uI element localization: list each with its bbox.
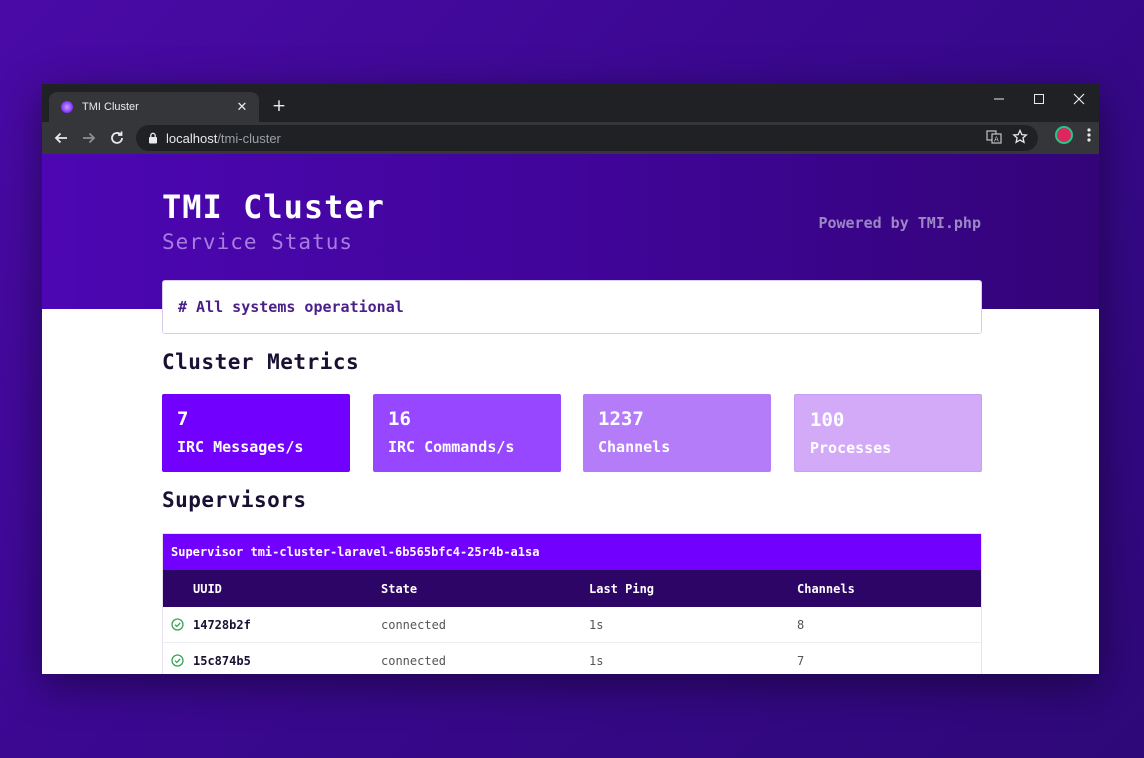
row-last-ping: 1s bbox=[589, 617, 604, 632]
lock-icon bbox=[149, 132, 157, 144]
column-header-state: State bbox=[381, 581, 418, 596]
forward-button[interactable] bbox=[75, 124, 103, 152]
back-button[interactable] bbox=[47, 124, 75, 152]
close-tab-icon[interactable]: ✕ bbox=[235, 100, 249, 115]
close-window-button[interactable] bbox=[1059, 88, 1099, 112]
metric-card-commands: 16 IRC Commands/s bbox=[373, 394, 561, 472]
metric-value: 100 bbox=[810, 409, 845, 431]
translate-icon[interactable]: A bbox=[986, 129, 1002, 145]
column-header-uuid: UUID bbox=[193, 581, 222, 596]
metric-label: IRC Commands/s bbox=[388, 438, 515, 456]
address-bar[interactable]: localhost/tmi-cluster A bbox=[136, 125, 1038, 151]
column-header-last-ping: Last Ping bbox=[589, 581, 655, 596]
metric-value: 16 bbox=[388, 408, 411, 430]
row-state: connected bbox=[381, 617, 447, 632]
check-circle-icon bbox=[171, 607, 184, 642]
row-uuid: 14728b2f bbox=[193, 617, 251, 632]
svg-text:A: A bbox=[994, 136, 999, 144]
row-channels: 8 bbox=[797, 617, 805, 632]
row-last-ping: 1s bbox=[589, 653, 604, 668]
arrow-right-icon bbox=[83, 132, 96, 144]
bookmark-star-icon[interactable] bbox=[1012, 129, 1028, 145]
reload-icon bbox=[111, 131, 123, 144]
supervisor-card: Supervisor tmi-cluster-laravel-6b565bfc4… bbox=[162, 533, 982, 674]
metric-label: IRC Messages/s bbox=[177, 438, 304, 456]
reload-button[interactable] bbox=[103, 124, 131, 152]
status-message: # All systems operational bbox=[178, 298, 404, 316]
new-tab-button[interactable]: + bbox=[269, 96, 289, 116]
menu-dots-icon[interactable] bbox=[1087, 128, 1091, 142]
status-banner: # All systems operational bbox=[162, 280, 982, 334]
metric-card-messages: 7 IRC Messages/s bbox=[162, 394, 350, 472]
table-row: 15c874b5 connected 1s 7 bbox=[163, 643, 981, 674]
tab-strip: TMI Cluster ✕ + bbox=[42, 84, 1099, 122]
minimize-button[interactable] bbox=[979, 88, 1019, 112]
table-row: 14728b2f connected 1s 8 bbox=[163, 607, 981, 643]
powered-by-link[interactable]: Powered by TMI.php bbox=[818, 214, 981, 232]
supervisors-heading: Supervisors bbox=[162, 488, 307, 512]
maximize-icon bbox=[1034, 94, 1044, 104]
page-title: TMI Cluster bbox=[162, 188, 385, 226]
close-icon bbox=[1073, 93, 1085, 105]
column-header-channels: Channels bbox=[797, 581, 855, 596]
metric-label: Processes bbox=[810, 439, 892, 457]
metrics-heading: Cluster Metrics bbox=[162, 350, 360, 374]
page-subtitle: Service Status bbox=[162, 230, 354, 254]
favicon-icon bbox=[61, 101, 73, 113]
tab-title: TMI Cluster bbox=[82, 101, 139, 113]
minimize-icon bbox=[994, 98, 1004, 100]
supervisor-title: Supervisor tmi-cluster-laravel-6b565bfc4… bbox=[163, 534, 981, 570]
metric-value: 1237 bbox=[598, 408, 644, 430]
row-uuid: 15c874b5 bbox=[193, 653, 251, 668]
row-state: connected bbox=[381, 653, 447, 668]
browser-tab[interactable]: TMI Cluster ✕ bbox=[49, 92, 259, 122]
profile-avatar[interactable] bbox=[1055, 126, 1073, 144]
metric-label: Channels bbox=[598, 438, 671, 456]
metric-card-processes: 100 Processes bbox=[794, 394, 982, 472]
check-circle-icon bbox=[171, 643, 184, 674]
metric-card-channels: 1237 Channels bbox=[583, 394, 771, 472]
page-content: TMI Cluster Service Status Powered by TM… bbox=[42, 154, 1099, 674]
arrow-left-icon bbox=[54, 132, 67, 144]
browser-window: TMI Cluster ✕ + localhost/tmi-cluster A bbox=[42, 84, 1099, 674]
maximize-button[interactable] bbox=[1019, 88, 1059, 112]
metric-value: 7 bbox=[177, 408, 189, 430]
table-header: UUID State Last Ping Channels bbox=[163, 570, 981, 607]
url-text: localhost/tmi-cluster bbox=[166, 130, 281, 146]
row-channels: 7 bbox=[797, 653, 805, 668]
browser-toolbar: localhost/tmi-cluster A bbox=[42, 122, 1099, 154]
